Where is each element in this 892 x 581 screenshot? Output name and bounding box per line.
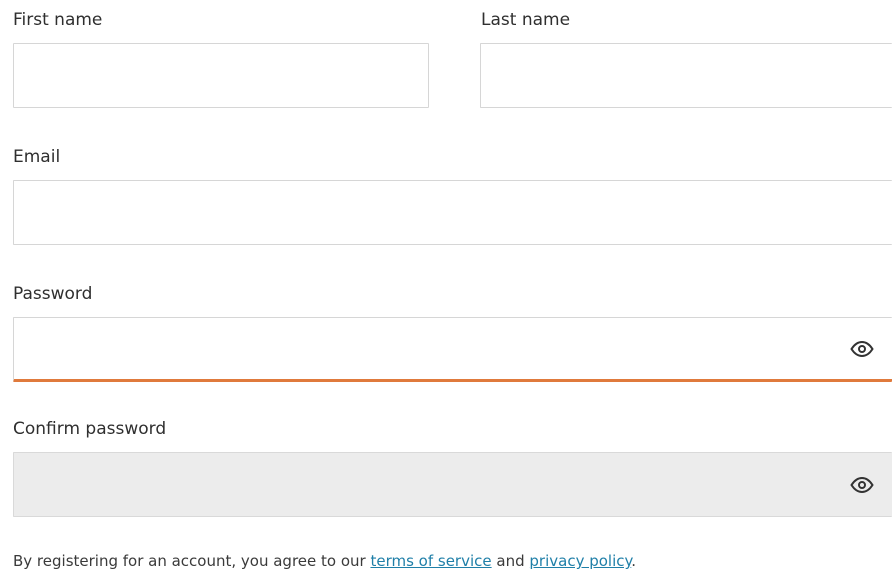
first-name-field[interactable]: [13, 43, 429, 108]
eye-icon[interactable]: [850, 476, 874, 493]
confirm-password-input[interactable]: [14, 453, 892, 516]
confirm-password-field[interactable]: [13, 452, 892, 517]
eye-icon[interactable]: [850, 340, 874, 357]
email-field[interactable]: [13, 180, 892, 245]
last-name-input[interactable]: [481, 44, 892, 107]
registration-form: First name Last name Email Password Conf…: [0, 0, 892, 581]
password-field[interactable]: [13, 317, 892, 382]
consent-text: By registering for an account, you agree…: [13, 551, 636, 571]
password-label: Password: [13, 284, 93, 304]
consent-prefix: By registering for an account, you agree…: [13, 552, 371, 570]
consent-suffix: .: [631, 552, 637, 570]
last-name-label: Last name: [481, 10, 571, 30]
email-input[interactable]: [14, 181, 892, 244]
email-label: Email: [13, 147, 61, 167]
confirm-password-label: Confirm password: [13, 419, 167, 439]
first-name-label: First name: [13, 10, 103, 30]
privacy-policy-link[interactable]: privacy policy: [529, 552, 631, 570]
consent-middle: and: [491, 552, 530, 570]
terms-of-service-link[interactable]: terms of service: [370, 552, 491, 570]
password-input[interactable]: [14, 318, 892, 379]
first-name-input[interactable]: [14, 44, 428, 107]
last-name-field[interactable]: [480, 43, 892, 108]
